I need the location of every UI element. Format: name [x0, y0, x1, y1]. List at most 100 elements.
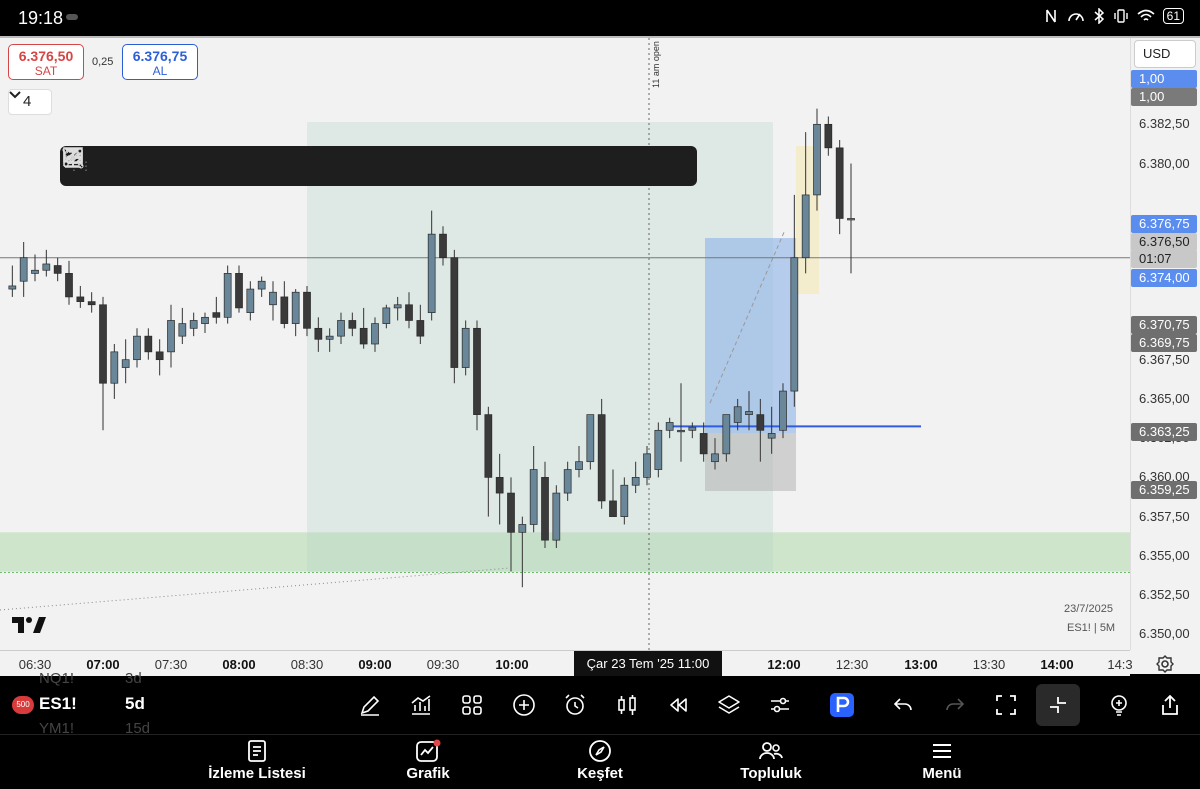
horizontal-line-tool-button[interactable] [64, 146, 574, 186]
drawing-toolbar: ⋮⋮ [60, 146, 697, 186]
app-root: 19:18 61 11 am open 6.376,50 SAT 0,25 6.… [0, 0, 1200, 789]
candle [223, 273, 232, 318]
candle [518, 524, 527, 533]
candle [609, 500, 617, 517]
indicators-button[interactable] [406, 690, 436, 720]
price-tick: 6.355,00 [1139, 547, 1190, 563]
nav-chart[interactable]: Grafik [363, 739, 493, 782]
pine-logo-icon [830, 693, 854, 717]
candle [484, 414, 493, 478]
currency-selector[interactable]: USD [1134, 40, 1196, 68]
candle [53, 265, 62, 274]
candle [382, 307, 391, 324]
horizontal-ray-tool-button[interactable] [63, 146, 254, 186]
nav-menu[interactable]: Menü [877, 739, 1007, 782]
price-label: 6.363,25 [1131, 423, 1197, 441]
candle [563, 469, 572, 494]
date-range-tool-button[interactable] [63, 146, 694, 186]
candle [733, 406, 742, 423]
text-box-tool-button[interactable] [63, 146, 454, 186]
chart-area[interactable]: 11 am open 6.376,50 SAT 0,25 6.376,75 AL… [0, 36, 1200, 677]
parallel-lines-tool-button[interactable] [64, 146, 214, 186]
ghost-interval-top: 3d [125, 670, 142, 687]
status-bar: 19:18 61 [0, 0, 1200, 36]
candle [552, 492, 561, 541]
text-tool-button[interactable] [66, 146, 414, 186]
candle [711, 453, 719, 463]
price-range-tool-button[interactable] [65, 146, 654, 186]
path-tool-button[interactable] [63, 146, 494, 186]
candle [8, 285, 17, 290]
replay-button[interactable] [663, 690, 693, 720]
sliders-icon [771, 697, 789, 713]
alert-button[interactable] [560, 690, 590, 720]
price-tick: 6.357,50 [1139, 508, 1190, 524]
nav-watchlist[interactable]: İzleme Listesi [192, 739, 322, 782]
undo-button[interactable] [888, 690, 918, 720]
time-tick: 08:00 [222, 657, 256, 672]
candle [688, 426, 697, 431]
time-axis[interactable]: 14:3 14:00 13:30 13:00 12:30 12:00 10:00 09:30 0… [0, 650, 1133, 677]
candle [416, 320, 425, 337]
settings-sliders-button[interactable] [765, 690, 795, 720]
fib-retracement-tool-button[interactable] [63, 146, 134, 186]
pencil-icon [360, 695, 380, 716]
alarm-clock-icon [565, 694, 585, 715]
draw-button[interactable] [355, 690, 385, 720]
candle [541, 477, 549, 541]
add-button[interactable] [509, 690, 539, 720]
symbol-button[interactable]: ES1! [39, 694, 77, 714]
pine-button[interactable] [827, 690, 857, 720]
layout-button[interactable] [457, 690, 487, 720]
candle [835, 147, 844, 219]
curve-tool-button[interactable] [63, 146, 614, 186]
fib-extension-tool-button[interactable] [63, 146, 174, 186]
candle [189, 320, 198, 329]
indicator-collapse-button[interactable]: 4 [8, 89, 52, 115]
chevron-down-icon [9, 91, 21, 99]
chart-icon [416, 739, 441, 762]
fullscreen-icon [996, 695, 1016, 715]
chart-type-button[interactable] [612, 690, 642, 720]
candle [87, 301, 96, 306]
battery-level: 61 [1162, 8, 1184, 24]
trend-line-tool-button[interactable] [63, 146, 294, 186]
candle [257, 280, 266, 290]
time-tick: 14:00 [1040, 657, 1074, 672]
chart-canvas[interactable] [0, 38, 1130, 650]
sell-button[interactable]: 6.376,50 SAT [8, 44, 84, 80]
candle [473, 327, 481, 415]
candle [280, 296, 289, 324]
nav-menu-label: Menü [922, 765, 962, 782]
candle [337, 320, 345, 337]
plus-circle-icon [513, 694, 535, 716]
candle [155, 351, 164, 361]
candle [76, 296, 85, 302]
crosshair-mode-button[interactable] [1043, 690, 1073, 720]
candle [427, 233, 436, 313]
sell-price: 6.376,50 [18, 48, 74, 64]
redo-button[interactable] [940, 690, 970, 720]
share-button[interactable] [1155, 690, 1185, 720]
candle [291, 291, 300, 324]
candle [824, 123, 833, 149]
nav-explore[interactable]: Keşfet [535, 739, 665, 782]
nav-community[interactable]: Topluluk [706, 739, 836, 782]
ideas-button[interactable] [1104, 690, 1134, 720]
candle [133, 335, 141, 361]
layers-button[interactable] [714, 690, 744, 720]
vertical-line-tool-button[interactable] [70, 146, 534, 186]
candle [495, 477, 504, 494]
candle [779, 390, 787, 431]
bottom-navigation: İzleme Listesi Grafik Keşfet Topluluk Me… [0, 734, 1200, 789]
price-axis[interactable]: 6.385,006.382,506.380,006.372,506.367,50… [1130, 38, 1200, 650]
rectangle-tool-button[interactable] [62, 146, 374, 186]
fullscreen-button[interactable] [991, 690, 1021, 720]
candle [677, 429, 685, 433]
price-tick: 6.382,50 [1139, 116, 1190, 132]
brush-tool-button[interactable] [63, 146, 334, 186]
buy-button[interactable]: 6.376,75 AL [122, 44, 198, 80]
interval-button[interactable]: 5d [125, 694, 145, 714]
share-icon [1162, 694, 1178, 715]
nav-explore-label: Keşfet [577, 765, 623, 782]
